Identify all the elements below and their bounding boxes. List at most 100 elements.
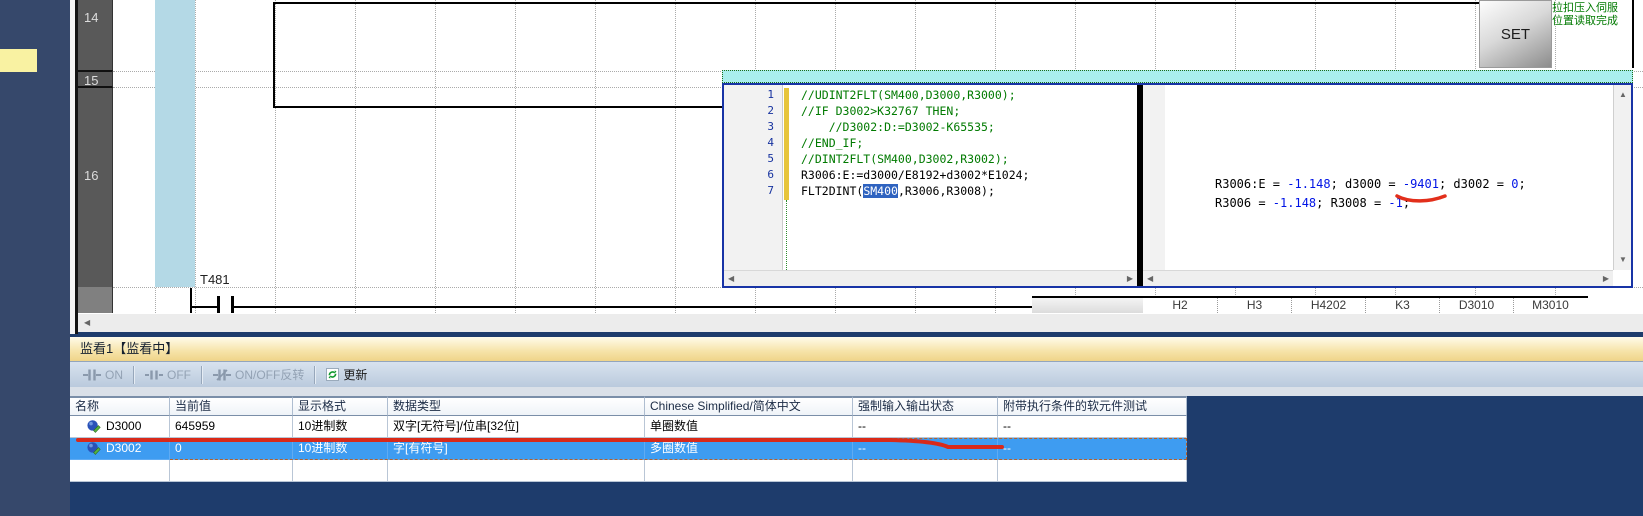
toolbar-button--[interactable]: 更新 <box>321 364 372 385</box>
watch-cell-data_type[interactable] <box>388 460 645 482</box>
st-line-number: 6 <box>724 168 774 181</box>
watch-column-header[interactable]: 当前值 <box>170 396 293 416</box>
contact-off-icon <box>145 369 163 381</box>
st-code-line[interactable]: //DINT2FLT(SM400,D3002,R3002); <box>801 152 1009 166</box>
watch-window-toolbar: ON OFF ON/OFF反转更新 <box>70 361 1643 387</box>
contact-symbol[interactable] <box>217 296 220 314</box>
ladder-operand-cell[interactable]: M3010 <box>1513 298 1587 313</box>
ladder-operand-cell[interactable]: H2 <box>1143 298 1217 313</box>
rung-header-14[interactable]: 14 <box>78 0 113 70</box>
watch-table-header-row: 名称当前值显示格式数据类型Chinese Simplified/简体中文强制输入… <box>70 396 1187 416</box>
watch-column-header[interactable]: 名称 <box>70 396 170 416</box>
device-comment-line2: 位置读取完成 <box>1552 15 1634 28</box>
watch-cell-force_status[interactable]: -- <box>853 438 998 460</box>
st-code-line[interactable]: //IF D3002>K32767 THEN; <box>801 104 960 118</box>
scroll-left-icon[interactable]: ◀ <box>728 273 734 285</box>
st-line-number: 4 <box>724 136 774 149</box>
monitor-value: -1.148 <box>1273 196 1316 210</box>
watch-cell-display_format[interactable] <box>293 460 388 482</box>
watch-cell-force_status[interactable]: -- <box>853 416 998 438</box>
st-editor-titlebar[interactable] <box>722 70 1633 83</box>
st-line-number: 1 <box>724 88 774 101</box>
ladder-operand-cell[interactable]: D3010 <box>1439 298 1513 313</box>
watch-cell-display_format[interactable]: 10进制数 <box>293 438 388 460</box>
contact-symbol[interactable] <box>231 296 234 314</box>
st-code-line[interactable]: FLT2DINT(SM400,R3006,R3008); <box>801 184 995 198</box>
st-code-line[interactable]: //UDINT2FLT(SM400,D3000,R3000); <box>801 88 1016 102</box>
minimized-window-block <box>0 49 37 72</box>
st-code-line[interactable]: R3006:E:=d3000/E8192+d3002*E1024; <box>801 168 1029 182</box>
scroll-up-icon[interactable]: ▲ <box>1619 89 1627 101</box>
ladder-operand-cell[interactable]: K3 <box>1365 298 1439 313</box>
ladder-operand-cell[interactable]: H4202 <box>1291 298 1365 313</box>
watch-cell-current_value[interactable] <box>170 460 293 482</box>
watch-cell-current_value[interactable]: 0 <box>170 438 293 460</box>
rung-number: 14 <box>84 10 112 25</box>
toolbar-button-off[interactable]: OFF <box>140 366 196 384</box>
watch-table-empty-row[interactable] <box>70 460 1187 482</box>
watch-cell-comment[interactable] <box>645 460 853 482</box>
monitor-name: ; d3002 = <box>1439 177 1511 191</box>
ladder-horizontal-scrollbar[interactable]: ◀ <box>78 313 1643 332</box>
watch-cell-name[interactable]: D3002 <box>70 438 170 460</box>
scroll-left-icon[interactable]: ◀ <box>84 317 90 329</box>
watch-column-header[interactable]: 数据类型 <box>388 396 645 416</box>
toolbar-button-label: OFF <box>167 368 191 382</box>
watch-column-header[interactable]: Chinese Simplified/简体中文 <box>645 396 853 416</box>
watch-cell-force_status[interactable] <box>853 460 998 482</box>
watch-cell-device_test[interactable] <box>998 460 1187 482</box>
watch-table-row[interactable]: D3002010进制数字[有符号]多圈数值---- <box>70 438 1187 460</box>
column-highlight-band <box>155 0 195 287</box>
scroll-right-icon[interactable]: ▶ <box>1603 273 1609 285</box>
rung-header-15[interactable]: 15 <box>78 70 113 88</box>
code-segment: FLT2DINT( <box>801 184 863 198</box>
monitor-name: ; d3000 = <box>1331 177 1403 191</box>
watch-column-header[interactable]: 强制输入输出状态 <box>853 396 998 416</box>
watch-column-header[interactable]: 附带执行条件的软元件测试 <box>998 396 1187 416</box>
st-monitor-vertical-scrollbar[interactable]: ▲ ▼ <box>1613 85 1631 270</box>
watch-cell-device_test[interactable]: -- <box>998 438 1187 460</box>
watch-cell-display_format[interactable]: 10进制数 <box>293 416 388 438</box>
scroll-right-icon[interactable]: ▶ <box>1127 273 1133 285</box>
device-icon <box>87 441 101 460</box>
toolbar-button-label: ON <box>105 368 123 382</box>
instruction-name-cell[interactable] <box>1032 298 1144 313</box>
grid-line-vertical <box>355 0 356 313</box>
code-segment: ,R3006,R3008); <box>898 184 995 198</box>
device-icon <box>87 419 101 438</box>
st-code-line[interactable]: //D3002:D:=D3002-K65535; <box>801 120 995 134</box>
device-name: D3000 <box>106 419 141 433</box>
st-line-number: 7 <box>724 184 774 197</box>
code-segment: //UDINT2FLT(SM400,D3000,R3000); <box>801 88 1016 102</box>
rung-header-16[interactable]: 16 <box>78 88 113 287</box>
st-monitor-line: R3006:E = -1.148; d3000 = -9401; d3002 =… <box>1215 177 1526 191</box>
grid-line-vertical <box>275 0 276 313</box>
watch-cell-device_test[interactable]: -- <box>998 416 1187 438</box>
set-instruction-box[interactable]: SET <box>1479 0 1552 68</box>
selected-device-token: SM400 <box>863 184 898 198</box>
watch-cell-name[interactable]: D3000 <box>70 416 170 438</box>
watch-column-header[interactable]: 显示格式 <box>293 396 388 416</box>
watch-cell-data_type[interactable]: 双字[无符号]/位串[32位] <box>388 416 645 438</box>
watch-cell-data_type[interactable]: 字[有符号] <box>388 438 645 460</box>
watch-cell-name[interactable] <box>70 460 170 482</box>
st-code-horizontal-scrollbar[interactable]: ◀ ▶ <box>724 270 1137 286</box>
toolbar-button-on[interactable]: ON <box>78 366 128 384</box>
contact-on-icon <box>83 369 101 381</box>
rung-header-next[interactable] <box>78 287 113 313</box>
ladder-operand-cell[interactable]: H3 <box>1217 298 1291 313</box>
watch-cell-comment[interactable]: 单圈数值 <box>645 416 853 438</box>
st-monitor-horizontal-scrollbar[interactable]: ◀ ▶ <box>1143 270 1613 286</box>
watch-cell-comment[interactable]: 多圈数值 <box>645 438 853 460</box>
contact-device-label[interactable]: T481 <box>200 272 230 287</box>
rung-branch-wire <box>273 2 275 108</box>
watch-window-titlebar[interactable]: 监看1【监看中】 <box>70 337 1643 361</box>
scroll-left-icon[interactable]: ◀ <box>1147 273 1153 285</box>
st-line-number: 3 <box>724 120 774 133</box>
watch-cell-current_value[interactable]: 645959 <box>170 416 293 438</box>
st-code-line[interactable]: //END_IF; <box>801 136 863 150</box>
toolbar-button-on-off-[interactable]: ON/OFF反转 <box>208 364 309 385</box>
code-segment: //D3002:D:=D3002-K65535; <box>801 120 995 134</box>
scroll-down-icon[interactable]: ▼ <box>1619 254 1627 266</box>
watch-table-row[interactable]: D300064595910进制数双字[无符号]/位串[32位]单圈数值---- <box>70 416 1187 438</box>
